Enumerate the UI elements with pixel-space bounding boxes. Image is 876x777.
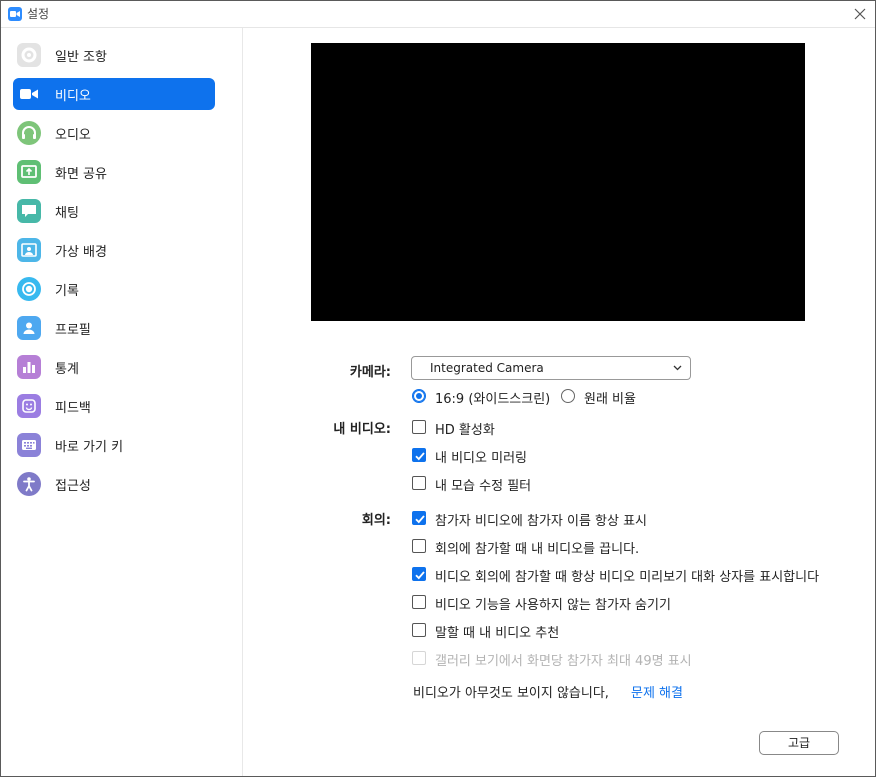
sidebar-item-video[interactable]: 비디오 [13,78,215,110]
person-frame-icon [17,238,41,262]
sidebar-item-feedback[interactable]: 피드백 [13,390,215,422]
check-icon [415,571,425,580]
chevron-down-icon [673,365,682,371]
sidebar-item-statistics[interactable]: 통계 [13,351,215,383]
hd-checkbox[interactable] [412,420,426,434]
title-bar: 설정 [1,1,875,28]
sidebar-item-label: 일반 조항 [55,50,107,65]
hide-non-video-label: 비디오 기능을 사용하지 않는 참가자 숨기기 [435,598,671,613]
camera-label: 카메라: [349,365,391,380]
camera-select[interactable]: Integrated Camera [411,356,691,380]
bar-chart-icon [17,355,41,379]
sidebar-item-label: 기록 [55,284,79,299]
sidebar-item-audio[interactable]: 오디오 [13,117,215,149]
settings-window: 설정 일반 조항 비디오 오디오 화면 공유 채팅 가상 배경 기록 프로필 통… [0,0,876,777]
sidebar-item-label: 프로필 [55,323,91,338]
check-icon [415,515,425,524]
sidebar-item-chat[interactable]: 채팅 [13,195,215,227]
smiley-icon [17,394,41,418]
touch-up-label: 내 모습 수정 필터 [435,479,532,494]
aspect-widescreen-label: 16:9 (와이드스크린) [435,392,551,407]
sidebar-item-label: 접근성 [55,479,91,494]
zoom-logo-icon [8,7,22,21]
aspect-original-radio[interactable] [561,389,575,403]
sidebar-item-label: 화면 공유 [55,167,107,182]
aspect-original-label: 원래 비율 [584,392,636,407]
sidebar-item-label: 채팅 [55,206,79,221]
turn-off-video-label: 회의에 참가할 때 내 비디오를 끕니다. [435,542,640,557]
spotlight-speaking-label: 말할 때 내 비디오 추천 [435,626,560,641]
sidebar-item-label: 비디오 [55,89,91,104]
video-preview-dialog-label: 비디오 회의에 참가할 때 항상 비디오 미리보기 대화 상자를 표시합니다 [435,570,820,585]
always-show-names-label: 참가자 비디오에 참가자 이름 항상 표시 [435,514,648,529]
sidebar-item-shortcuts[interactable]: 바로 가기 키 [13,429,215,461]
video-camera-icon [17,82,41,106]
window-title: 설정 [27,7,50,21]
share-screen-icon [17,160,41,184]
gear-icon [17,43,41,67]
chat-bubble-icon [17,199,41,223]
meeting-label: 회의: [361,513,391,528]
sidebar-item-share-screen[interactable]: 화면 공유 [13,156,215,188]
turn-off-video-checkbox[interactable] [412,539,426,553]
camera-select-value: Integrated Camera [430,361,544,375]
sidebar-item-general[interactable]: 일반 조항 [13,39,215,71]
spotlight-speaking-checkbox[interactable] [412,623,426,637]
hd-label: HD 활성화 [435,423,495,438]
touch-up-checkbox[interactable] [412,476,426,490]
sidebar-item-label: 통계 [55,362,79,377]
video-preview [311,43,805,321]
hide-non-video-checkbox[interactable] [412,595,426,609]
sidebar-item-virtual-background[interactable]: 가상 배경 [13,234,215,266]
troubleshoot-text: 비디오가 아무것도 보이지 않습니다, [413,686,609,701]
record-icon [17,277,41,301]
sidebar-item-label: 가상 배경 [55,245,107,260]
always-show-names-checkbox[interactable] [412,511,426,525]
mirror-checkbox[interactable] [412,448,426,462]
accessibility-icon [17,472,41,496]
my-video-label: 내 비디오: [333,422,391,437]
sidebar-item-label: 바로 가기 키 [55,440,124,455]
gallery-49-checkbox [412,651,426,665]
close-icon[interactable] [851,5,869,23]
sidebar-item-profile[interactable]: 프로필 [13,312,215,344]
check-icon [415,452,425,461]
headphones-icon [17,121,41,145]
sidebar-item-recording[interactable]: 기록 [13,273,215,305]
video-preview-dialog-checkbox[interactable] [412,567,426,581]
settings-sidebar: 일반 조항 비디오 오디오 화면 공유 채팅 가상 배경 기록 프로필 통계 피… [1,28,243,776]
profile-icon [17,316,41,340]
sidebar-item-label: 피드백 [55,401,91,416]
troubleshoot-link[interactable]: 문제 해결 [631,682,683,701]
gallery-49-label: 갤러리 보기에서 화면당 참가자 최대 49명 표시 [435,654,692,669]
advanced-button[interactable]: 고급 [759,731,839,755]
mirror-label: 내 비디오 미러링 [435,451,527,466]
aspect-widescreen-radio[interactable] [412,389,426,403]
sidebar-item-label: 오디오 [55,128,91,143]
keyboard-icon [17,433,41,457]
sidebar-item-accessibility[interactable]: 접근성 [13,468,215,500]
